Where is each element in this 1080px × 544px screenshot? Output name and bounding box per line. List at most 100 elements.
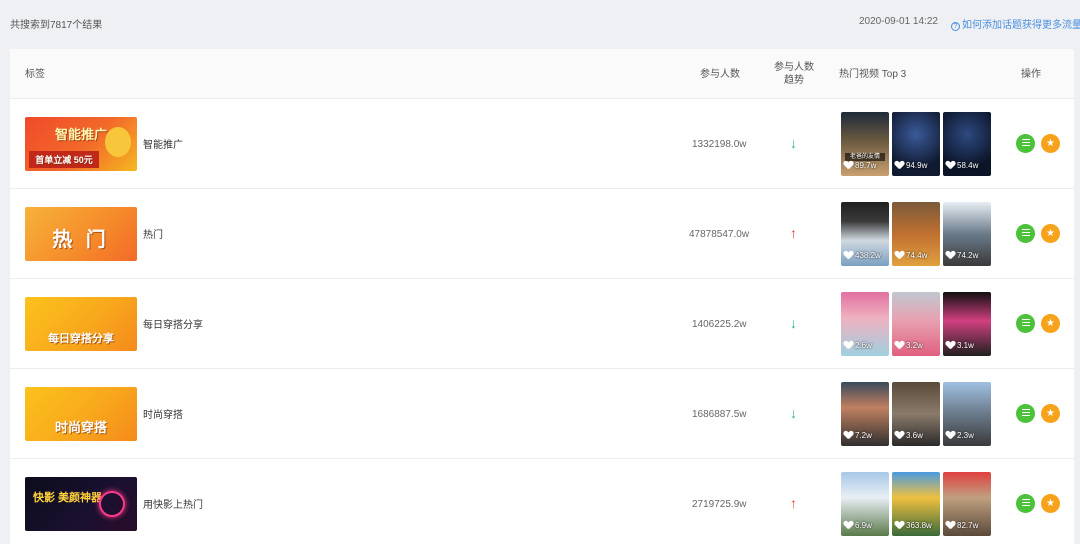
trend-up-icon: ↑: [790, 225, 797, 241]
video-likes-value: 3.1w: [957, 341, 974, 350]
participant-count: 1332198.0w: [692, 139, 747, 150]
heart-icon: [895, 341, 904, 349]
tag-banner[interactable]: 时尚穿搭: [25, 387, 137, 441]
ring-graphic: [99, 491, 125, 517]
table-row: 智能推广 首单立减 50元 智能推广 1332198.0w ↓ 老爸的友情 89…: [10, 99, 1074, 189]
star-icon: ★: [1046, 408, 1055, 419]
favorite-button[interactable]: ★: [1041, 314, 1060, 333]
tag-name[interactable]: 智能推广: [143, 136, 183, 151]
detail-button[interactable]: [1016, 404, 1035, 423]
heart-icon: [946, 341, 955, 349]
banner-title: 时尚穿搭: [54, 420, 107, 435]
column-actions: 操作: [1021, 69, 1041, 80]
video-thumbnail[interactable]: 3.1w: [943, 292, 991, 356]
video-likes-value: 58.4w: [957, 161, 979, 170]
table-row: 热 门 热门 47878547.0w ↑ 438.2w 74.4w 74.2w …: [10, 189, 1074, 279]
trend-down-icon: ↓: [790, 315, 797, 331]
video-thumbnail[interactable]: 2.3w: [943, 382, 991, 446]
video-likes: 94.9w: [895, 161, 927, 170]
heart-icon: [946, 521, 955, 529]
tag-banner[interactable]: 智能推广 首单立减 50元: [25, 117, 137, 171]
video-likes-value: 7.2w: [855, 431, 872, 440]
favorite-button[interactable]: ★: [1041, 134, 1060, 153]
detail-button[interactable]: [1016, 494, 1035, 513]
heart-icon: [844, 521, 853, 529]
participant-count: 1406225.2w: [692, 319, 747, 330]
heart-icon: [895, 431, 904, 439]
document-icon: [1021, 139, 1030, 146]
heart-icon: [895, 251, 904, 259]
video-likes: 7.2w: [844, 431, 872, 440]
banner-title: 每日穿搭分享: [48, 333, 114, 345]
favorite-button[interactable]: ★: [1041, 494, 1060, 513]
update-timestamp: 2020-09-01 14:22: [859, 16, 938, 27]
result-count: 共搜索到7817个结果: [10, 20, 103, 31]
question-circle-icon: ?: [951, 22, 960, 31]
video-likes-value: 363.8w: [906, 521, 932, 530]
video-caption: 老爸的友情: [849, 153, 880, 160]
heart-icon: [895, 161, 904, 169]
column-trend-line1: 参与人数: [774, 62, 814, 73]
detail-button[interactable]: [1016, 134, 1035, 153]
banner-title: 快影 美颜神器: [33, 492, 103, 504]
video-thumbnail[interactable]: 2.6w: [841, 292, 889, 356]
column-trend-line2: 趋势: [784, 75, 804, 86]
column-tag: 标签: [25, 69, 45, 80]
heart-icon: [844, 251, 853, 259]
participant-count: 1686887.5w: [692, 409, 747, 420]
tag-banner[interactable]: 热 门: [25, 207, 137, 261]
video-likes-value: 6.9w: [855, 521, 872, 530]
tag-name[interactable]: 时尚穿搭: [143, 406, 183, 421]
trend-up-icon: ↑: [790, 495, 797, 511]
detail-button[interactable]: [1016, 314, 1035, 333]
video-likes-value: 2.6w: [855, 341, 872, 350]
trend-down-icon: ↓: [790, 405, 797, 421]
video-thumbnail[interactable]: 6.9w: [841, 472, 889, 536]
column-hot-videos: 热门视频 Top 3: [839, 69, 907, 80]
video-thumbnail[interactable]: 74.4w: [892, 202, 940, 266]
video-thumbnail[interactable]: 438.2w: [841, 202, 889, 266]
tag-name[interactable]: 每日穿搭分享: [143, 316, 203, 331]
table-header: 标签 参与人数 参与人数 趋势 热门视频 Top 3 操作: [10, 49, 1074, 99]
tag-name[interactable]: 用快影上热门: [143, 496, 203, 511]
help-link[interactable]: ? 如何添加话题获得更多流量: [951, 16, 1080, 31]
heart-icon: [844, 161, 853, 169]
video-thumbnail[interactable]: 74.2w: [943, 202, 991, 266]
table-row: 快影 美颜神器 用快影上热门 2719725.9w ↑ 6.9w 363.8w …: [10, 459, 1074, 544]
banner-title: 热 门: [52, 229, 110, 251]
heart-icon: [946, 251, 955, 259]
video-thumbnail[interactable]: 7.2w: [841, 382, 889, 446]
heart-icon: [946, 431, 955, 439]
heart-icon: [895, 521, 904, 529]
tag-banner[interactable]: 每日穿搭分享: [25, 297, 137, 351]
column-participants: 参与人数: [700, 69, 740, 80]
video-thumbnail[interactable]: 363.8w: [892, 472, 940, 536]
results-table: 标签 参与人数 参与人数 趋势 热门视频 Top 3 操作 智能推广 首单立减 …: [10, 49, 1074, 544]
video-likes: 89.7w: [844, 161, 876, 170]
video-thumbnail[interactable]: 老爸的友情 89.7w: [841, 112, 889, 176]
tag-banner[interactable]: 快影 美颜神器: [25, 477, 137, 531]
favorite-button[interactable]: ★: [1041, 224, 1060, 243]
video-thumbnail[interactable]: 3.2w: [892, 292, 940, 356]
star-icon: ★: [1046, 138, 1055, 149]
detail-button[interactable]: [1016, 224, 1035, 243]
document-icon: [1021, 409, 1030, 416]
video-likes: 363.8w: [895, 521, 932, 530]
video-likes-value: 74.4w: [906, 251, 928, 260]
video-thumbnail[interactable]: 3.6w: [892, 382, 940, 446]
document-icon: [1021, 229, 1030, 236]
tag-name[interactable]: 热门: [143, 226, 163, 241]
video-likes: 2.6w: [844, 341, 872, 350]
video-thumbnail[interactable]: 82.7w: [943, 472, 991, 536]
video-thumbnail[interactable]: 58.4w: [943, 112, 991, 176]
help-link-label: 如何添加话题获得更多流量: [962, 20, 1080, 31]
heart-icon: [946, 161, 955, 169]
favorite-button[interactable]: ★: [1041, 404, 1060, 423]
video-likes-value: 3.2w: [906, 341, 923, 350]
video-thumbnail[interactable]: 94.9w: [892, 112, 940, 176]
video-likes-value: 89.7w: [855, 161, 877, 170]
video-likes: 2.3w: [946, 431, 974, 440]
video-likes: 3.1w: [946, 341, 974, 350]
column-trend: 参与人数 趋势: [774, 61, 814, 87]
video-likes: 74.2w: [946, 251, 978, 260]
